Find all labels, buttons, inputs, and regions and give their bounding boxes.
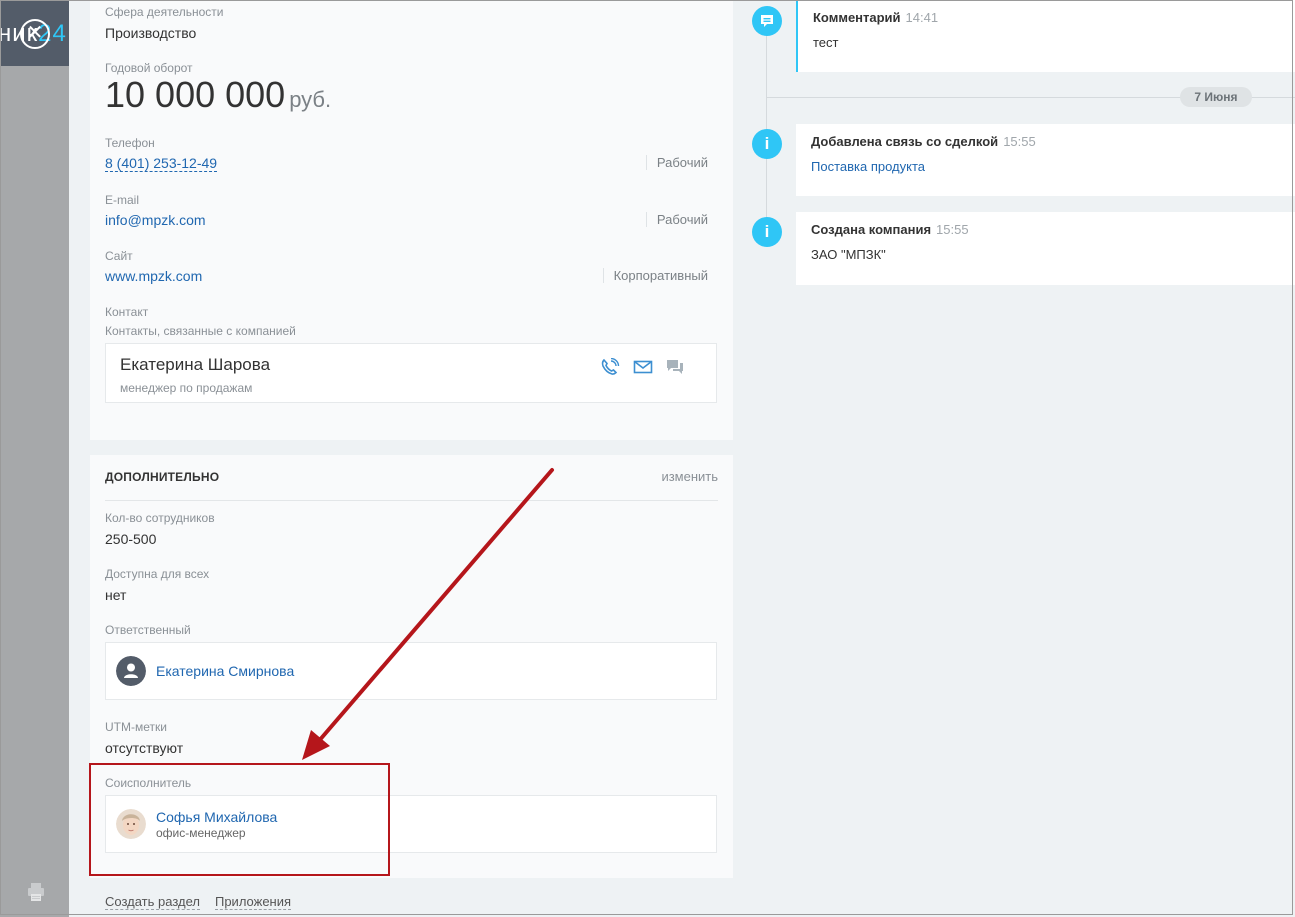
contact-sublabel: Контакты, связанные с компанией [105,324,296,338]
responsible-card[interactable]: Екатерина Смирнова [105,642,717,700]
site-link[interactable]: www.mpzk.com [105,268,202,284]
user-avatar-icon [116,656,146,686]
site-label: Сайт [105,249,133,263]
timeline-date-badge: 7 Июня [1180,87,1252,107]
coexec-label: Соисполнитель [105,776,192,790]
create-section-link[interactable]: Создать раздел [105,894,200,910]
timeline-item-title: Добавлена связь со сделкой 15:55 [811,134,1036,149]
chat-icon[interactable] [665,358,685,376]
info-icon: i [752,217,782,247]
revenue-label: Годовой оборот [105,61,193,75]
coexec-card[interactable]: Софья Михайлова офис-менеджер [105,795,717,853]
public-value: нет [105,587,127,603]
phone-type: Рабочий [645,155,708,170]
extra-section-card: ДОПОЛНИТЕЛЬНО изменить Кол-во сотруднико… [90,455,733,878]
responsible-label: Ответственный [105,623,191,637]
timeline-item-text: ЗАО "МПЗК" [811,247,886,262]
timeline-item: Создана компания 15:55 ЗАО "МПЗК" [796,212,1295,285]
apps-link[interactable]: Приложения [214,894,292,910]
call-icon[interactable] [600,358,620,376]
contact-name[interactable]: Екатерина Шарова [120,355,270,375]
contact-role: менеджер по продажам [120,381,253,395]
email-type: Рабочий [645,212,708,227]
contact-label: Контакт [105,305,149,319]
email-label: E-mail [105,193,140,207]
coexec-role: офис-менеджер [156,826,246,840]
info-icon: i [752,129,782,159]
timeline-item-title: Комментарий 14:41 [813,10,939,25]
coexec-avatar [116,809,146,839]
contact-card[interactable]: Екатерина Шарова менеджер по продажам [105,343,717,403]
coexec-name[interactable]: Софья Михайлова [156,809,277,825]
email-link[interactable]: info@mpzk.com [105,212,206,228]
section-title: ДОПОЛНИТЕЛЬНО [105,470,220,484]
employees-label: Кол-во сотрудников [105,511,215,525]
comment-icon [752,6,782,36]
utm-label: UTM-метки [105,720,167,734]
deal-link[interactable]: Поставка продукта [811,159,925,174]
bottom-links: Создать раздел Приложения [105,894,306,910]
timeline-item: Добавлена связь со сделкой 15:55 Поставка… [796,124,1295,196]
timeline-item-text: тест [813,35,839,50]
utm-value: отсутствуют [105,740,184,756]
industry-label: Сфера деятельности [105,5,224,19]
timeline-item[interactable]: Комментарий 14:41 тест [796,0,1295,72]
edit-link[interactable]: изменить [661,469,718,484]
phone-label: Телефон [105,136,155,150]
timeline-item-title: Создана компания 15:55 [811,222,969,237]
site-type: Корпоративный [602,268,708,283]
divider [105,500,718,501]
mail-icon[interactable] [633,358,653,376]
responsible-name[interactable]: Екатерина Смирнова [156,663,294,679]
company-main-card: Сфера деятельности Производство Годовой … [90,0,733,440]
close-slider-button[interactable]: ✕ [20,19,50,49]
industry-value: Производство [105,25,197,41]
print-icon[interactable] [27,882,45,902]
employees-value: 250-500 [105,531,157,547]
phone-link[interactable]: 8 (401) 253-12-49 [105,155,218,172]
background-overlay [0,0,69,917]
timeline-line [766,20,767,236]
public-label: Доступна для всех [105,567,210,581]
revenue-value: 10 000 000 руб. [105,74,332,115]
